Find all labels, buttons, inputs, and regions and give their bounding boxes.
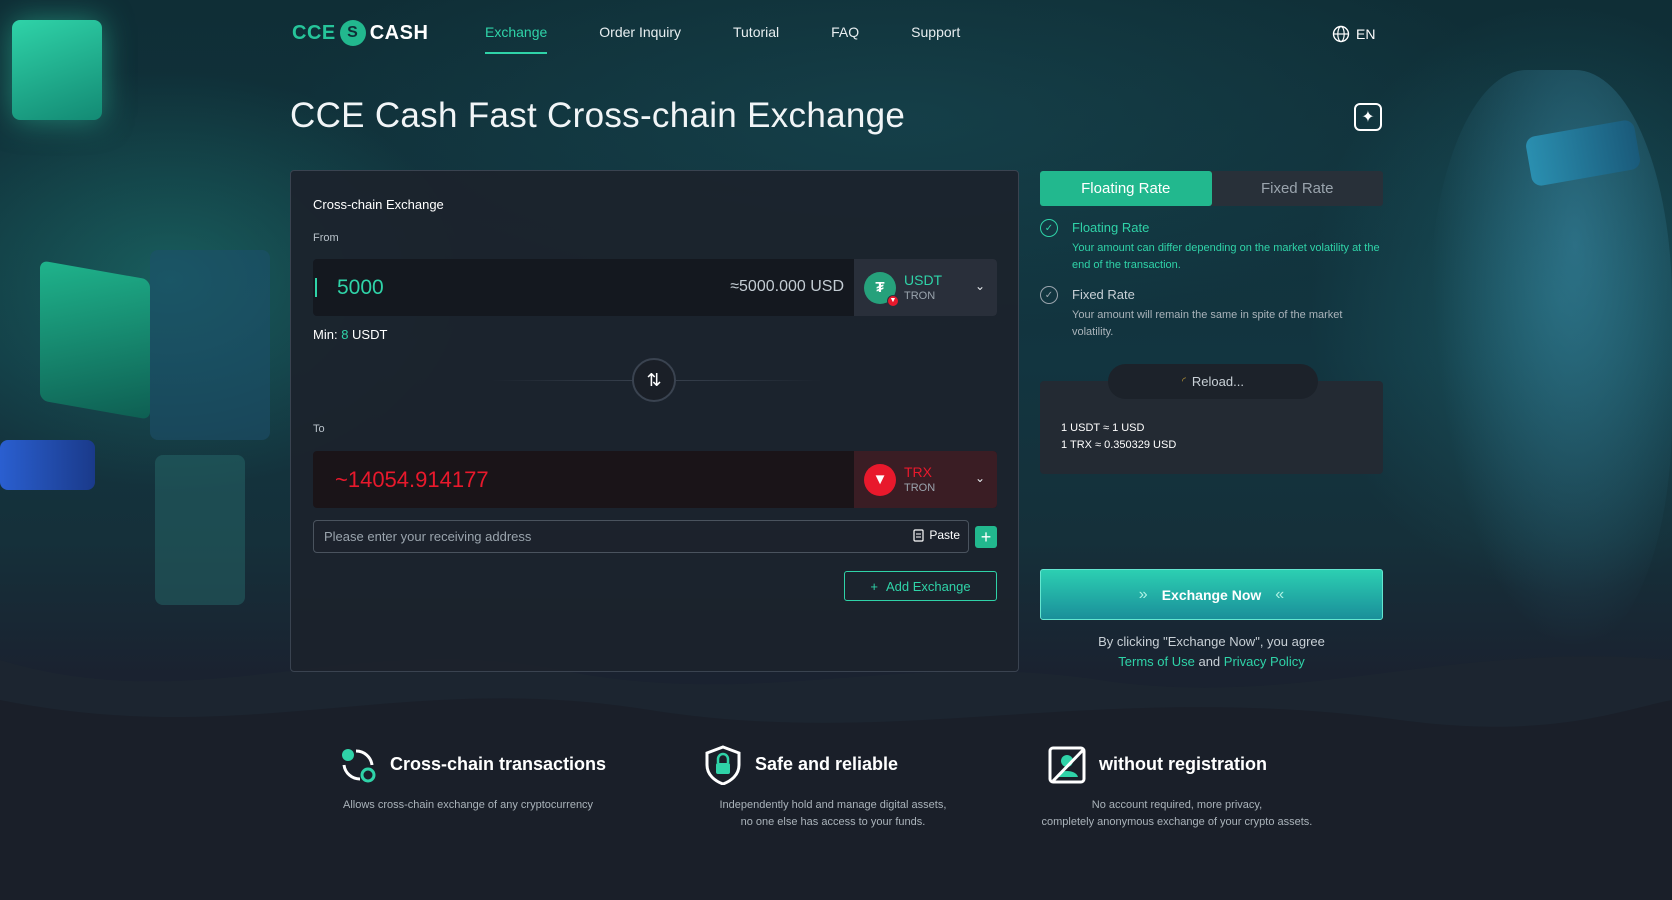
nav-tutorial[interactable]: Tutorial [733,24,779,54]
add-exchange-button[interactable]: + Add Exchange [844,571,997,601]
check-circle-icon: ✓ [1040,219,1058,237]
tab-floating-rate[interactable]: Floating Rate [1040,171,1212,206]
shield-lock-icon [705,745,741,785]
agree-and: and [1198,654,1221,669]
sparkle-icon[interactable]: ✦ [1354,103,1382,131]
reload-label: Reload... [1191,374,1244,389]
nav-faq[interactable]: FAQ [831,24,859,54]
paste-label: Paste [929,528,960,542]
rate-line-trx: 1 TRX ≈ 0.350329 USD [1061,439,1177,451]
tron-badge-icon: ▼ [887,294,899,307]
swap-direction-button[interactable]: ⇅ [632,358,676,402]
agree-prefix: By clicking "Exchange Now", you agree [1098,634,1325,649]
add-address-button[interactable]: + [975,526,997,548]
clipboard-icon [913,528,924,542]
feature-desc-line: completely anonymous exchange of your cr… [1041,816,1313,828]
left-blue-stripe [0,440,95,490]
left-panel-decoration-2 [155,455,245,605]
usdt-icon: ₮ ▼ [864,271,899,307]
left-building-decoration [12,20,102,120]
paste-button[interactable]: Paste [913,528,960,542]
from-label: From [313,232,339,244]
to-amount-field: ~14054.914177 ▼ TRX TRON ⌄ [313,451,997,508]
feature-title: without registration [1099,754,1267,774]
to-coin-symbol: TRX [904,463,932,480]
double-chevron-left-icon: « [1275,585,1285,603]
feature-desc-line: No account required, more privacy, [1091,799,1263,811]
to-coin-network: TRON [904,481,936,494]
panel-title: Cross-chain Exchange [313,197,444,212]
check-circle-icon: ✓ [1040,286,1058,304]
nav-exchange[interactable]: Exchange [485,24,548,54]
feature-desc: No account required, more privacy, compl… [1042,797,1313,831]
from-coin-network: TRON [904,289,936,302]
left-screen-decoration [40,260,150,420]
to-amount-value: ~14054.914177 [335,467,489,492]
chevron-down-icon: ⌄ [974,471,985,485]
floating-rate-desc: Your amount can differ depending on the … [1072,242,1380,271]
exchange-panel: Cross-chain Exchange From 5000 ≈5000.000… [290,170,1019,672]
chevron-down-icon: ⌄ [974,279,985,293]
feature-desc: Allows cross-chain exchange of any crypt… [343,797,593,814]
reload-button[interactable]: ◜ Reload... [1108,364,1318,399]
plus-icon: + [870,578,878,594]
logo-icon: S [339,20,366,46]
language-label: EN [1356,26,1376,42]
from-usd-estimate: ≈5000.000 USD [730,278,844,295]
to-coin-selector[interactable]: ▼ TRX TRON ⌄ [854,451,997,508]
nav-support[interactable]: Support [911,24,960,54]
logo[interactable]: CCE S CASH [292,20,428,46]
receiving-address-input[interactable] [324,521,884,552]
main-nav: Exchange Order Inquiry Tutorial FAQ Supp… [485,24,960,54]
exchange-now-button[interactable]: » Exchange Now « [1040,569,1383,620]
plus-icon: + [980,527,992,547]
exchange-now-label: Exchange Now [1161,586,1262,603]
tab-fixed-rate[interactable]: Fixed Rate [1212,171,1384,206]
add-exchange-label: Add Exchange [886,578,971,594]
fixed-rate-desc: Your amount will remain the same in spit… [1072,309,1343,338]
min-prefix: Min: [313,327,338,342]
exchange-rates: 1 USDT ≈ 1 USD 1 TRX ≈ 0.350329 USD [1061,420,1176,454]
cross-chain-icon [342,749,376,783]
min-value: 8 [341,327,349,342]
language-selector[interactable]: EN [1332,25,1375,43]
receiving-address-field[interactable]: Paste [313,520,969,553]
swap-arrows-icon: ⇅ [646,369,662,390]
globe-icon [1332,25,1350,43]
min-unit: USDT [352,327,388,342]
nav-order-inquiry[interactable]: Order Inquiry [599,24,681,54]
feature-desc-line: Allows cross-chain exchange of any crypt… [343,799,594,811]
feature-desc-line: Independently hold and manage digital as… [719,799,947,811]
agreement-text: By clicking "Exchange Now", you agree Te… [1040,632,1383,672]
rate-line-usdt: 1 USDT ≈ 1 USD [1061,422,1145,434]
from-coin-selector[interactable]: ₮ ▼ USDT TRON ⌄ [854,259,997,316]
double-chevron-right-icon: » [1138,585,1148,603]
logo-text-left: CCE [292,21,336,44]
terms-of-use-link[interactable]: Terms of Use [1118,654,1195,669]
floating-rate-title: Floating Rate [1072,220,1150,235]
from-amount-value[interactable]: 5000 [337,276,384,300]
logo-text-right: CASH [369,21,429,44]
trx-icon: ▼ [864,463,896,496]
left-panel-decoration [150,250,270,440]
min-amount: Min: 8 USDT [313,327,387,342]
rate-type-tabs: Floating Rate Fixed Rate [1040,171,1383,206]
loading-spinner-icon: ◜ [1182,376,1186,387]
from-coin-symbol: USDT [904,271,943,288]
feature-desc: Independently hold and manage digital as… [720,797,947,831]
fixed-rate-title: Fixed Rate [1072,287,1135,302]
privacy-policy-link[interactable]: Privacy Policy [1224,654,1305,669]
no-user-icon [1048,746,1086,784]
feature-desc-line: no one else has access to your funds. [740,816,926,828]
input-caret [315,278,317,297]
to-label: To [313,423,325,435]
feature-title: Cross-chain transactions [390,754,607,774]
feature-title: Safe and reliable [755,754,899,774]
from-amount-field[interactable]: 5000 ≈5000.000 USD ₮ ▼ USDT TRON ⌄ [313,259,997,316]
page-title: CCE Cash Fast Cross-chain Exchange [290,96,906,135]
